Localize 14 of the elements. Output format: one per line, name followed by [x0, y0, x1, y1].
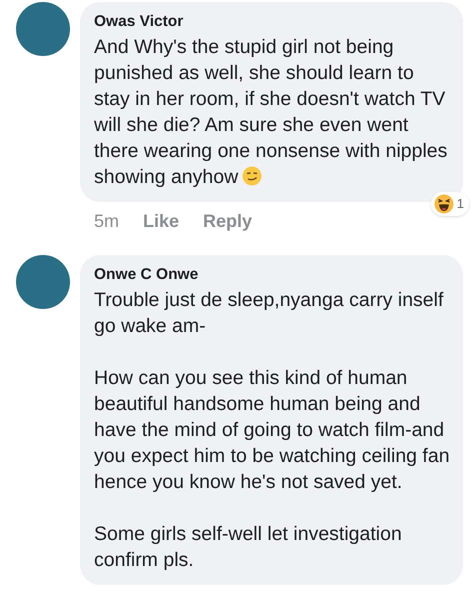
action-link[interactable]: Reply: [203, 208, 252, 235]
timestamp: 5m: [94, 210, 120, 233]
reaction-badge[interactable]: 1: [430, 192, 469, 216]
comment-text: Some girls self-well let investigation confirm pls.: [94, 522, 403, 573]
action-link[interactable]: Like: [143, 208, 180, 235]
reaction-count: 1: [456, 195, 465, 214]
avatar[interactable]: [16, 2, 70, 56]
comment-text: And Why's the stupid girl not being punished as well, she should learn to stay in her room, if she doesn't watch TV will she die? Am sure she even went there wearing one nonsense with nipples showing anyhow: [94, 35, 448, 190]
author-name[interactable]: Owas Victor: [94, 12, 451, 32]
comment-text: How can you see this kind of human beautiful handsome human being and have the mind of going to watch film-and you expect him to be watching ceiling fan hence you know he's not saved yet.: [94, 366, 451, 495]
comment-text: Trouble just de sleep,nyanga carry inself go wake am-: [94, 288, 444, 339]
laughing-face-icon: [434, 194, 454, 214]
avatar[interactable]: [16, 255, 70, 309]
author-name[interactable]: Onwe C Onwe: [94, 265, 451, 285]
